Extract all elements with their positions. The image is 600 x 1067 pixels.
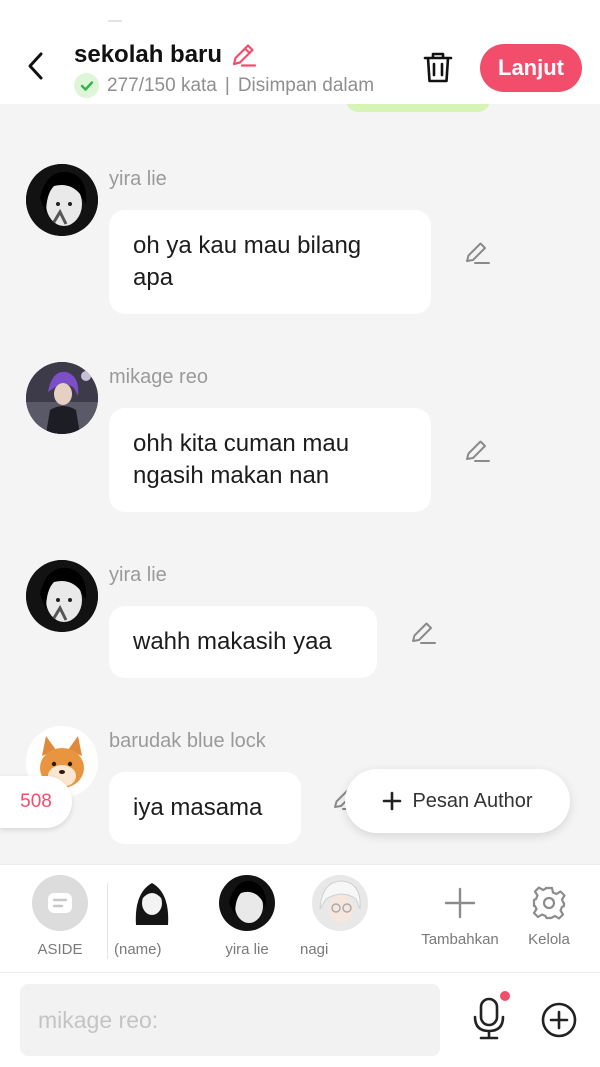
character-avatar (219, 875, 275, 931)
edit-message-button[interactable] (462, 238, 492, 268)
meta-row: 277/150 kata | Disimpan dalam (74, 73, 374, 98)
character-name-placeholder[interactable]: (name) (112, 875, 192, 958)
character-label: yira lie (225, 941, 269, 958)
gear-icon (521, 875, 577, 931)
avatar-yira-lie[interactable] (26, 560, 98, 632)
back-button[interactable] (18, 48, 54, 84)
pencil-icon (232, 44, 257, 67)
plus-icon (383, 791, 402, 811)
aside-icon (32, 875, 88, 931)
sender-name: yira lie (109, 564, 167, 586)
character-label: Tambahkan (421, 931, 499, 948)
sender-name: mikage reo (109, 366, 208, 388)
input-bar (0, 972, 600, 1067)
edit-message-button[interactable] (462, 436, 492, 466)
avatar-mikage-reo[interactable] (26, 362, 98, 434)
message-bubble[interactable]: ohh kita cuman mau ngasih makan nan (109, 408, 431, 512)
character-yira-lie[interactable]: yira lie (207, 875, 287, 958)
edit-title-button[interactable] (228, 40, 258, 70)
manage-characters-button[interactable]: Kelola (509, 875, 589, 948)
attach-button[interactable] (540, 1001, 578, 1039)
pencil-icon (412, 622, 436, 644)
character-aside[interactable]: ASIDE (20, 875, 100, 958)
character-label: ASIDE (37, 941, 83, 958)
saved-check-icon (74, 73, 99, 98)
character-label: (name) (114, 941, 162, 958)
word-count: 277/150 kata (107, 74, 217, 96)
character-bar: ASIDE (name) yira lie nagi Tambahkan Kel… (0, 864, 600, 972)
message-bubble[interactable]: iya masama (109, 772, 301, 844)
message-bubble[interactable]: wahh makasih yaa (109, 606, 377, 678)
story-chat-editor: sekolah baru 277/150 kata | Disimpan dal… (0, 0, 600, 1067)
message-input[interactable] (20, 984, 440, 1056)
next-button[interactable]: Lanjut (480, 44, 582, 92)
voice-button[interactable] (468, 995, 510, 1043)
character-avatar (124, 875, 180, 931)
character-label: Kelola (528, 931, 570, 948)
meta-separator: | (224, 74, 230, 96)
trash-icon (423, 52, 453, 83)
message-bubble[interactable]: oh ya kau mau bilang apa (109, 210, 431, 314)
pencil-icon (466, 440, 490, 462)
add-character-button[interactable]: Tambahkan (415, 875, 505, 948)
message-count-badge[interactable]: 508 (0, 776, 72, 828)
page-title: sekolah baru (74, 41, 223, 68)
notification-dot (500, 991, 510, 1001)
sender-name: barudak blue lock (109, 730, 266, 752)
pencil-icon (466, 242, 490, 264)
character-divider (107, 883, 108, 959)
character-nagi[interactable]: nagi (300, 875, 380, 958)
header: sekolah baru 277/150 kata | Disimpan dal… (0, 0, 600, 104)
chat-area[interactable]: yira lie oh ya kau mau bilang apa mikage… (0, 104, 600, 864)
avatar-yira-lie[interactable] (26, 164, 98, 236)
author-message-label: Pesan Author (412, 789, 533, 812)
microphone-icon (473, 997, 505, 1040)
sender-name: yira lie (109, 168, 167, 190)
plus-icon (432, 875, 488, 931)
chevron-left-icon (28, 52, 43, 80)
status-bar-mark (108, 12, 122, 22)
plus-circle-icon (541, 1002, 577, 1038)
title-row: sekolah baru (74, 40, 258, 70)
save-status: Disimpan dalam (237, 74, 375, 96)
character-avatar (312, 875, 368, 931)
character-label: nagi (300, 941, 329, 958)
delete-button[interactable] (420, 47, 456, 87)
author-message-button[interactable]: Pesan Author (345, 769, 570, 833)
edit-message-button[interactable] (408, 618, 438, 648)
